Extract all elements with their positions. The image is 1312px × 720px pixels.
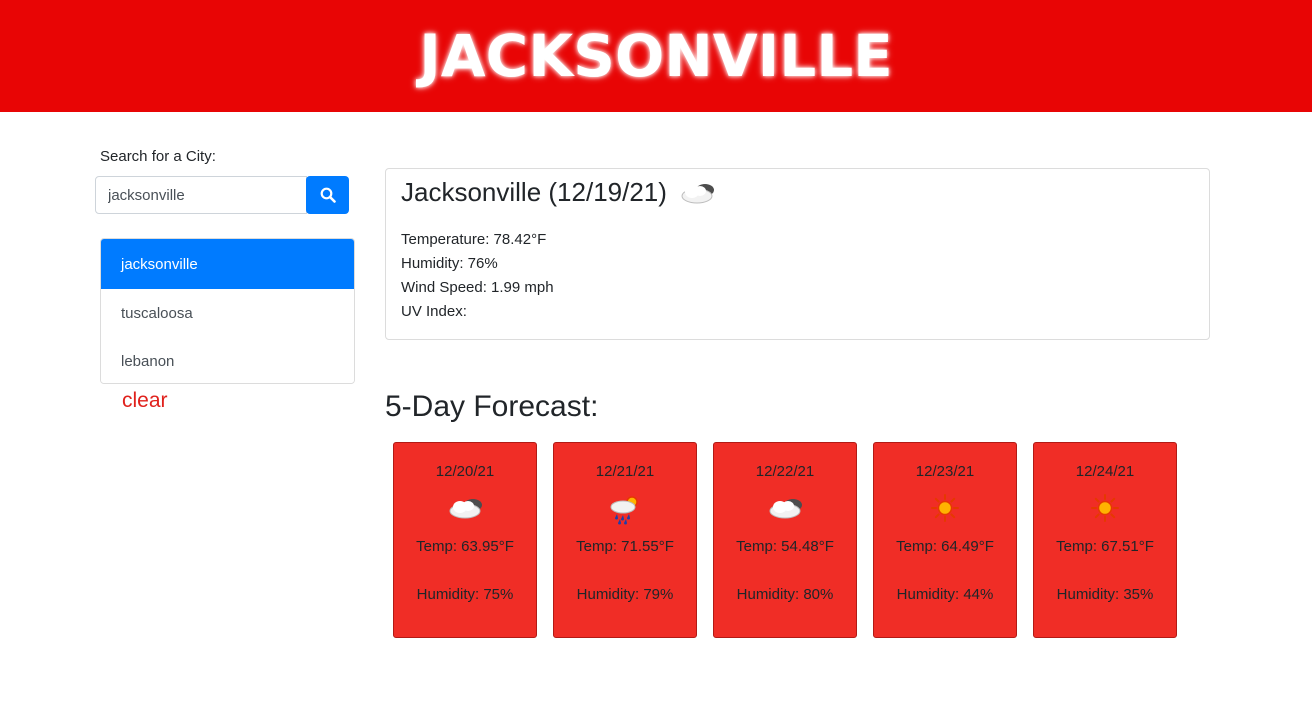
current-city-date: Jacksonville (12/19/21) (401, 177, 667, 207)
city-history-item[interactable]: tuscaloosa (101, 289, 354, 337)
current-wind-speed: Wind Speed: 1.99 mph (401, 279, 554, 296)
sun-icon (931, 494, 959, 522)
forecast-humidity: Humidity: 44% (896, 586, 994, 603)
forecast-humidity: Humidity: 79% (576, 586, 674, 603)
cloud-icon (681, 183, 714, 203)
current-humidity: Humidity: 76% (401, 255, 498, 272)
city-history-item[interactable]: jacksonville (101, 239, 354, 289)
forecast-card: 12/21/21 Temp: 71.55°F Humidity: 79% (553, 442, 697, 638)
forecast-humidity: Humidity: 80% (736, 586, 834, 603)
forecast-card: 12/24/21 Temp: 67.51°F Humidity: 35% (1033, 442, 1177, 638)
forecast-temp: Temp: 64.49°F (896, 538, 994, 555)
forecast-temp: Temp: 54.48°F (736, 538, 834, 555)
search-label: Search for a City: (100, 148, 216, 165)
forecast-card: 12/20/21 Temp: 63.95°F Humidity: 75% (393, 442, 537, 638)
clear-history-link[interactable]: clear (122, 389, 168, 413)
forecast-date: 12/21/21 (595, 463, 655, 480)
current-weather-title: Jacksonville (12/19/21) (401, 177, 719, 208)
cloud-icon (769, 499, 802, 519)
forecast-date: 12/20/21 (435, 463, 495, 480)
forecast-humidity: Humidity: 75% (416, 586, 514, 603)
sun-icon (1091, 494, 1119, 522)
forecast-date: 12/24/21 (1075, 463, 1135, 480)
city-history-item[interactable]: lebanon (101, 337, 354, 383)
cloud-icon (449, 499, 482, 519)
current-temperature: Temperature: 78.42°F (401, 231, 547, 248)
page-title: JACKSONVILLE (419, 22, 893, 90)
current-uv-index: UV Index: (401, 303, 467, 320)
forecast-card: 12/22/21 Temp: 54.48°F Humidity: 80% (713, 442, 857, 638)
forecast-humidity: Humidity: 35% (1056, 586, 1154, 603)
search-button[interactable] (306, 176, 349, 214)
forecast-date: 12/22/21 (755, 463, 815, 480)
forecast-heading: 5-Day Forecast: (385, 390, 599, 423)
search-input[interactable] (95, 176, 307, 214)
current-weather-card: Jacksonville (12/19/21) Temperature: 78.… (385, 168, 1210, 340)
search-icon (320, 187, 336, 203)
rain-sun-icon (610, 496, 638, 525)
city-history-list: jacksonville tuscaloosa lebanon (100, 238, 355, 384)
forecast-date: 12/23/21 (915, 463, 975, 480)
forecast-temp: Temp: 71.55°F (576, 538, 674, 555)
forecast-card: 12/23/21 Temp: 64.49°F Humidity: 44% (873, 442, 1017, 638)
forecast-temp: Temp: 63.95°F (416, 538, 514, 555)
page-banner: JACKSONVILLE (0, 0, 1312, 112)
forecast-temp: Temp: 67.51°F (1056, 538, 1154, 555)
